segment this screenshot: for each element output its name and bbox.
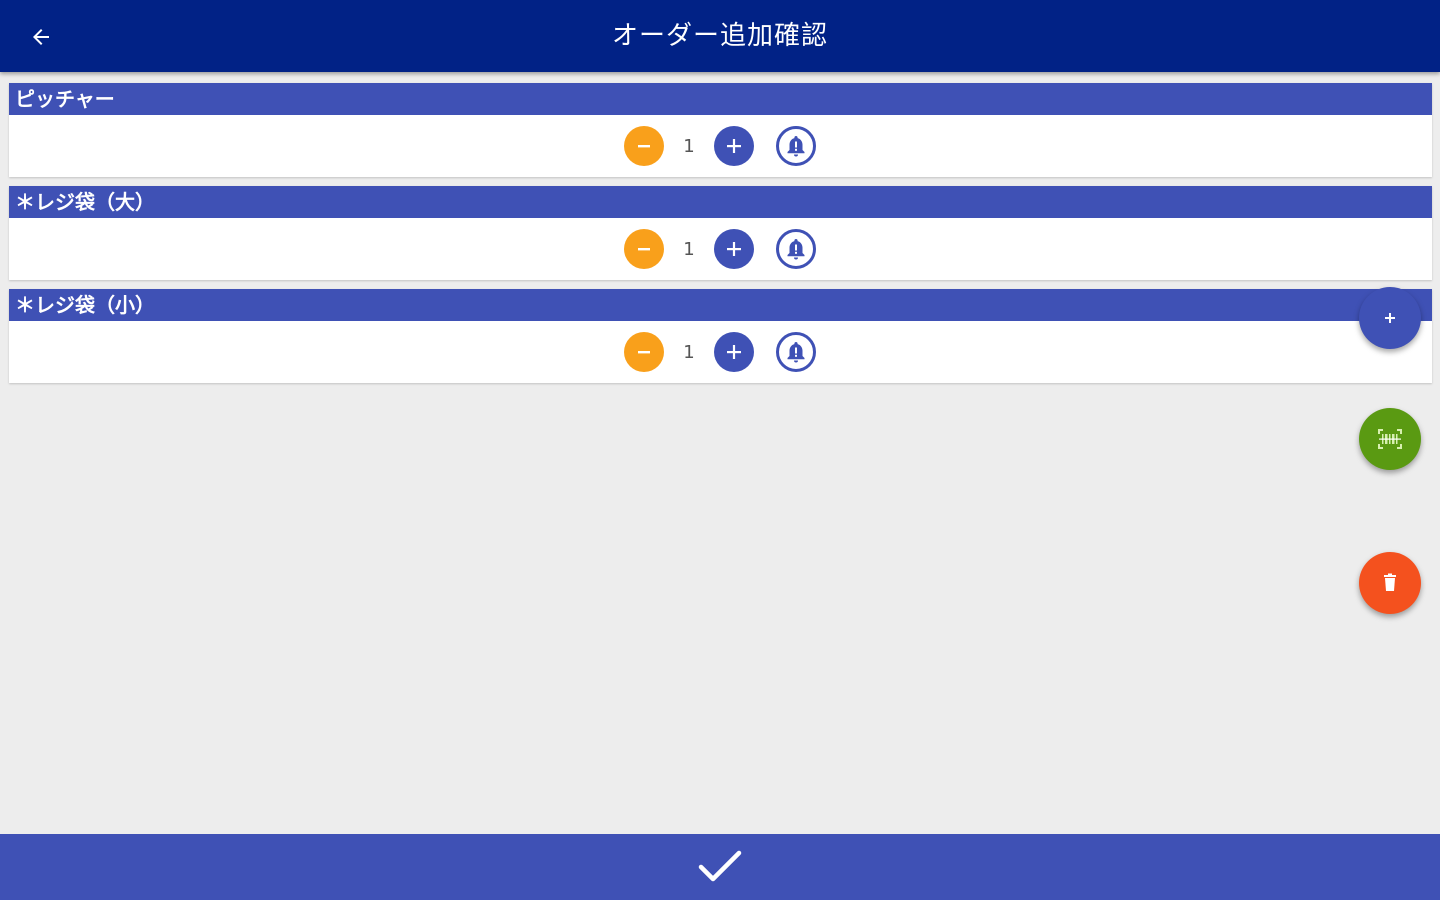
confirm-bar[interactable] [0,834,1440,900]
quantity-value: 1 [683,341,695,363]
plus-icon [727,139,741,153]
decrease-quantity-button[interactable] [624,126,664,166]
item-name: ＊レジ袋（大） [9,186,1432,218]
order-item: ＊レジ袋（小） 1 [9,289,1432,383]
barcode-scan-fab[interactable] [1359,408,1421,470]
increase-quantity-button[interactable] [714,332,754,372]
item-name: ピッチャー [9,83,1432,115]
check-icon [698,850,742,882]
increase-quantity-button[interactable] [714,229,754,269]
trash-icon [1384,573,1396,591]
call-alert-button[interactable] [776,229,816,269]
increase-quantity-button[interactable] [714,126,754,166]
item-controls-row: 1 [9,115,1432,177]
item-controls-row: 1 [9,218,1432,280]
minus-icon [638,145,650,148]
item-name: ＊レジ袋（小） [9,289,1432,321]
minus-icon [638,248,650,251]
add-item-fab[interactable] [1359,287,1421,349]
call-alert-button[interactable] [776,126,816,166]
quantity-value: 1 [683,135,695,157]
plus-icon [1385,313,1395,323]
bell-alert-icon [787,239,805,260]
delete-fab[interactable] [1359,552,1421,614]
order-item: ピッチャー 1 [9,83,1432,177]
quantity-value: 1 [683,238,695,260]
decrease-quantity-button[interactable] [624,332,664,372]
app-bar: オーダー追加確認 [0,0,1440,72]
call-alert-button[interactable] [776,332,816,372]
bell-alert-icon [787,342,805,363]
minus-icon [638,351,650,354]
decrease-quantity-button[interactable] [624,229,664,269]
barcode-scan-icon [1378,429,1402,449]
bell-alert-icon [787,136,805,157]
plus-icon [727,345,741,359]
page-title: オーダー追加確認 [611,21,828,51]
item-controls-row: 1 [9,321,1432,383]
order-item-list: ピッチャー 1 ＊レジ袋（大） 1 ＊レジ袋（小） 1 [9,83,1432,392]
order-item: ＊レジ袋（大） 1 [9,186,1432,280]
plus-icon [727,242,741,256]
